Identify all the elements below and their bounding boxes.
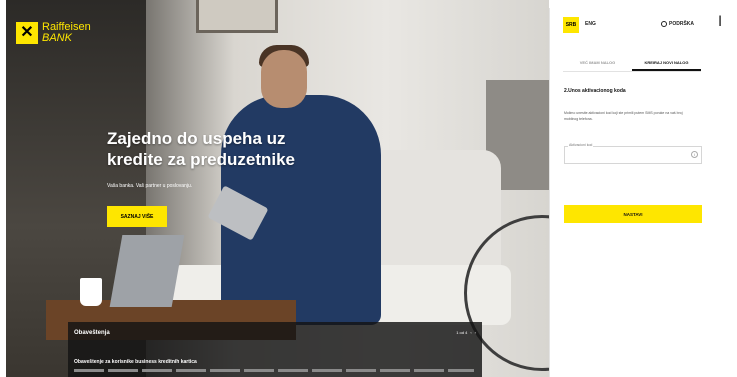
hero-subtitle: Vaša banka. Vaš partner u poslovanju. — [107, 183, 193, 189]
hero-banner: ✕ Raiffeisen BANK Zajedno do uspeha uz k… — [6, 0, 549, 377]
raiffeisen-logo[interactable]: ✕ Raiffeisen BANK — [16, 22, 91, 44]
news-headline[interactable]: Obaveštenje za korisnike business kredit… — [74, 359, 197, 365]
continue-button[interactable]: NASTAVI — [564, 205, 702, 223]
learn-more-button[interactable]: SAZNAJ VIŠE — [107, 206, 167, 227]
login-panel: SRB ENG PODRŠKA VEĆ IMAM NALOG KREIRAJ N… — [549, 8, 710, 377]
activation-code-field[interactable]: Aktivacioni kod i — [564, 143, 702, 165]
cup — [80, 278, 102, 306]
activation-code-input[interactable] — [564, 146, 702, 164]
step-description: Molimo unesite aktivacioni kod koji ste … — [564, 111, 683, 121]
support-label: PODRŠKA — [669, 21, 695, 27]
support-icon — [661, 21, 667, 27]
activation-code-label: Aktivacioni kod — [568, 143, 594, 147]
chevron-right-icon[interactable]: › — [475, 330, 476, 335]
news-pager-text: 1 od 4 — [456, 330, 468, 335]
text-cursor-icon: I — [718, 14, 723, 30]
tab-new-account[interactable]: KREIRAJ NOVI NALOG — [632, 57, 701, 71]
news-label: Obaveštenja — [74, 330, 110, 336]
raiffeisen-logo-icon: ✕ — [16, 22, 38, 44]
support-link[interactable]: PODRŠKA — [661, 21, 694, 27]
wall-frame — [196, 0, 278, 33]
hero-title: Zajedno do uspeha uz kredite za preduzet… — [107, 129, 296, 169]
logo-line2: BANK — [42, 32, 72, 44]
chevron-left-icon[interactable]: ‹ — [470, 330, 471, 335]
laptop — [109, 235, 185, 307]
logo-text: Raiffeisen BANK — [42, 22, 91, 44]
news-body-text — [74, 369, 474, 372]
tab-existing-account[interactable]: VEĆ IMAM NALOG — [563, 57, 632, 71]
lang-eng-button[interactable]: ENG — [585, 21, 596, 27]
step-title: 2.Unos aktivacionog koda — [564, 88, 626, 94]
info-icon[interactable]: i — [691, 151, 698, 158]
lang-srb-button[interactable]: SRB — [563, 17, 579, 33]
news-bar: Obaveštenja 1 od 4 ‹ › Obaveštenje za ko… — [68, 322, 482, 377]
account-tabs: VEĆ IMAM NALOG KREIRAJ NOVI NALOG — [563, 57, 701, 72]
businessman-head — [261, 50, 307, 108]
news-pager[interactable]: 1 od 4 ‹ › — [456, 330, 476, 335]
